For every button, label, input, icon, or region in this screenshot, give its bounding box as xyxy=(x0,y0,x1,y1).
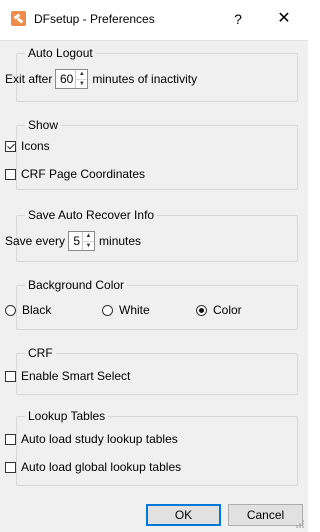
dfsetup-app-icon xyxy=(11,11,26,26)
spin-up-icon[interactable]: ▲ xyxy=(83,232,95,242)
radio-color-label: Color xyxy=(213,303,242,317)
radio-white-row[interactable]: White xyxy=(102,302,150,318)
radio-black-label: Black xyxy=(22,303,52,317)
background-color-group: Background Color xyxy=(16,277,298,330)
study-lookup-row[interactable]: Auto load study lookup tables xyxy=(5,431,178,447)
exit-after-label: Exit after xyxy=(5,72,53,86)
save-auto-recover-title: Save Auto Recover Info xyxy=(25,207,158,223)
logout-minutes-spinbox[interactable]: 60 ▲ ▼ xyxy=(55,69,89,89)
close-icon: ✕ xyxy=(277,10,291,27)
auto-logout-row: Exit after 60 ▲ ▼ minutes of inactivity xyxy=(5,69,197,89)
preferences-panel: Auto Logout Exit after 60 ▲ ▼ minutes of… xyxy=(0,40,308,532)
save-every-label: Save every xyxy=(5,234,66,248)
cancel-button[interactable]: Cancel xyxy=(228,504,303,526)
radio-color[interactable] xyxy=(196,304,207,316)
spin-down-icon[interactable]: ▼ xyxy=(76,80,87,89)
save-minutes-value[interactable]: 5 xyxy=(69,232,82,250)
global-lookup-label: Auto load global lookup tables xyxy=(21,460,182,474)
icons-label: Icons xyxy=(21,139,50,153)
smart-select-row[interactable]: Enable Smart Select xyxy=(5,368,130,384)
minutes-label: minutes xyxy=(99,234,142,248)
background-color-title: Background Color xyxy=(25,277,128,293)
radio-white-label: White xyxy=(119,303,150,317)
close-button[interactable]: ✕ xyxy=(272,8,296,30)
save-minutes-spinbox[interactable]: 5 ▲ ▼ xyxy=(68,231,96,251)
spin-down-icon[interactable]: ▼ xyxy=(83,242,94,251)
crf-page-coordinates-checkbox[interactable] xyxy=(5,168,16,180)
crf-page-coordinates-label: CRF Page Coordinates xyxy=(21,167,146,181)
ok-button[interactable]: OK xyxy=(146,504,221,526)
radio-color-row[interactable]: Color xyxy=(196,302,242,318)
save-auto-recover-row: Save every 5 ▲ ▼ minutes xyxy=(5,231,141,251)
smart-select-checkbox[interactable] xyxy=(5,370,16,382)
logout-minutes-value[interactable]: 60 xyxy=(56,70,75,88)
icons-checkbox-row[interactable]: Icons xyxy=(5,138,50,154)
crf-page-coordinates-row[interactable]: CRF Page Coordinates xyxy=(5,166,145,182)
lookup-tables-group: Lookup Tables xyxy=(16,408,298,486)
radio-white[interactable] xyxy=(102,304,113,316)
radio-black-row[interactable]: Black xyxy=(5,302,51,318)
spin-up-icon[interactable]: ▲ xyxy=(76,70,88,80)
title-bar: DFsetup - Preferences ? ✕ xyxy=(0,0,308,40)
auto-logout-title: Auto Logout xyxy=(25,45,96,61)
lookup-tables-title: Lookup Tables xyxy=(25,408,109,424)
study-lookup-label: Auto load study lookup tables xyxy=(21,432,178,446)
smart-select-label: Enable Smart Select xyxy=(21,369,131,383)
crf-title: CRF xyxy=(25,345,56,361)
minutes-inactivity-label: minutes of inactivity xyxy=(92,72,198,86)
radio-black[interactable] xyxy=(5,304,16,316)
study-lookup-checkbox[interactable] xyxy=(5,433,16,445)
global-lookup-checkbox[interactable] xyxy=(5,461,16,473)
resize-grip-icon[interactable] xyxy=(295,519,305,529)
help-button[interactable]: ? xyxy=(226,8,250,30)
icons-checkbox[interactable] xyxy=(5,140,16,152)
window-title: DFsetup - Preferences xyxy=(34,12,155,26)
show-title: Show xyxy=(25,117,62,133)
global-lookup-row[interactable]: Auto load global lookup tables xyxy=(5,459,181,475)
